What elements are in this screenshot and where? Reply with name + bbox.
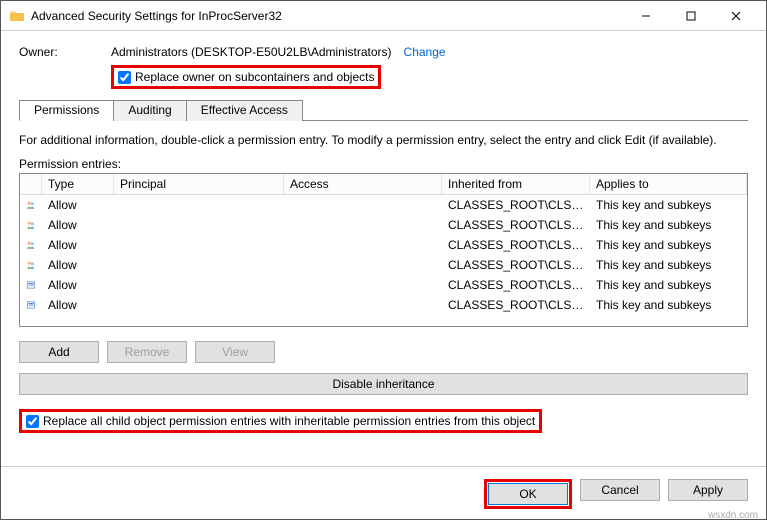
body: Owner: Administrators (DESKTOP-E50U2LB\A…	[1, 31, 766, 519]
permissions-grid: Type Principal Access Inherited from App…	[19, 173, 748, 327]
replace-child-label: Replace all child object permission entr…	[43, 414, 535, 428]
cell-inherited: CLASSES_ROOT\CLSID...	[442, 277, 590, 293]
col-type[interactable]: Type	[42, 174, 114, 194]
cell-applies: This key and subkeys	[590, 257, 747, 273]
window: Advanced Security Settings for InProcSer…	[0, 0, 767, 520]
cell-principal	[114, 244, 284, 246]
cell-applies: This key and subkeys	[590, 237, 747, 253]
tabstrip: Permissions Auditing Effective Access	[19, 99, 748, 121]
cell-type: Allow	[42, 277, 114, 293]
group-icon	[26, 217, 36, 233]
cell-principal	[114, 284, 284, 286]
cell-applies: This key and subkeys	[590, 297, 747, 313]
watermark: wsxdn.com	[708, 510, 758, 521]
disable-inheritance-button[interactable]: Disable inheritance	[19, 373, 748, 395]
group-icon	[26, 257, 36, 273]
cancel-button[interactable]: Cancel	[580, 479, 660, 501]
cell-type: Allow	[42, 237, 114, 253]
owner-label: Owner:	[19, 45, 111, 59]
view-button[interactable]: View	[195, 341, 275, 363]
minimize-button[interactable]	[623, 2, 668, 30]
table-row[interactable]: Allow CLASSES_ROOT\CLSID...This key and s…	[20, 195, 747, 215]
remove-button[interactable]: Remove	[107, 341, 187, 363]
ok-highlight: OK	[484, 479, 572, 509]
col-icon[interactable]	[20, 174, 42, 194]
folder-icon	[9, 8, 25, 24]
add-button[interactable]: Add	[19, 341, 99, 363]
table-row[interactable]: Allow CLASSES_ROOT\CLSID...This key and s…	[20, 275, 747, 295]
cell-type: Allow	[42, 257, 114, 273]
cell-type: Allow	[42, 217, 114, 233]
cell-access	[284, 204, 442, 206]
cell-inherited: CLASSES_ROOT\CLSID...	[442, 257, 590, 273]
cell-access	[284, 224, 442, 226]
cell-type: Allow	[42, 297, 114, 313]
group-icon	[26, 237, 36, 253]
grid-header: Type Principal Access Inherited from App…	[20, 174, 747, 195]
table-row[interactable]: Allow CLASSES_ROOT\CLSID...This key and s…	[20, 215, 747, 235]
table-row[interactable]: Allow CLASSES_ROOT\CLSID...This key and s…	[20, 255, 747, 275]
table-row[interactable]: Allow CLASSES_ROOT\CLSID...This key and s…	[20, 235, 747, 255]
cell-inherited: CLASSES_ROOT\CLSID...	[442, 197, 590, 213]
footer: OK Cancel Apply	[1, 466, 766, 519]
close-button[interactable]	[713, 2, 758, 30]
group-icon	[26, 197, 36, 213]
cell-applies: This key and subkeys	[590, 197, 747, 213]
owner-value: Administrators (DESKTOP-E50U2LB\Administ…	[111, 45, 392, 59]
tab-effective-access[interactable]: Effective Access	[186, 100, 303, 121]
system-icon	[26, 277, 36, 293]
ok-button[interactable]: OK	[488, 483, 568, 505]
tab-permissions[interactable]: Permissions	[19, 100, 114, 121]
col-principal[interactable]: Principal	[114, 174, 284, 194]
system-icon	[26, 297, 36, 313]
apply-button[interactable]: Apply	[668, 479, 748, 501]
cell-access	[284, 244, 442, 246]
tab-auditing[interactable]: Auditing	[113, 100, 186, 121]
cell-inherited: CLASSES_ROOT\CLSID...	[442, 297, 590, 313]
replace-child-highlight: Replace all child object permission entr…	[19, 409, 542, 433]
cell-access	[284, 264, 442, 266]
replace-owner-checkbox[interactable]	[118, 71, 131, 84]
col-access[interactable]: Access	[284, 174, 442, 194]
cell-principal	[114, 204, 284, 206]
replace-owner-highlight: Replace owner on subcontainers and objec…	[111, 65, 381, 89]
cell-inherited: CLASSES_ROOT\CLSID...	[442, 217, 590, 233]
col-inherited[interactable]: Inherited from	[442, 174, 590, 194]
info-text: For additional information, double-click…	[19, 133, 748, 147]
col-applies[interactable]: Applies to	[590, 174, 747, 194]
cell-applies: This key and subkeys	[590, 217, 747, 233]
cell-principal	[114, 304, 284, 306]
titlebar: Advanced Security Settings for InProcSer…	[1, 1, 766, 31]
cell-access	[284, 284, 442, 286]
permission-entries-label: Permission entries:	[19, 157, 748, 171]
window-title: Advanced Security Settings for InProcSer…	[31, 9, 623, 23]
replace-child-checkbox[interactable]	[26, 415, 39, 428]
cell-applies: This key and subkeys	[590, 277, 747, 293]
change-link[interactable]: Change	[404, 45, 446, 59]
maximize-button[interactable]	[668, 2, 713, 30]
replace-owner-label: Replace owner on subcontainers and objec…	[135, 70, 374, 84]
cell-principal	[114, 264, 284, 266]
cell-inherited: CLASSES_ROOT\CLSID...	[442, 237, 590, 253]
cell-type: Allow	[42, 197, 114, 213]
cell-principal	[114, 224, 284, 226]
table-row[interactable]: Allow CLASSES_ROOT\CLSID...This key and s…	[20, 295, 747, 315]
cell-access	[284, 304, 442, 306]
